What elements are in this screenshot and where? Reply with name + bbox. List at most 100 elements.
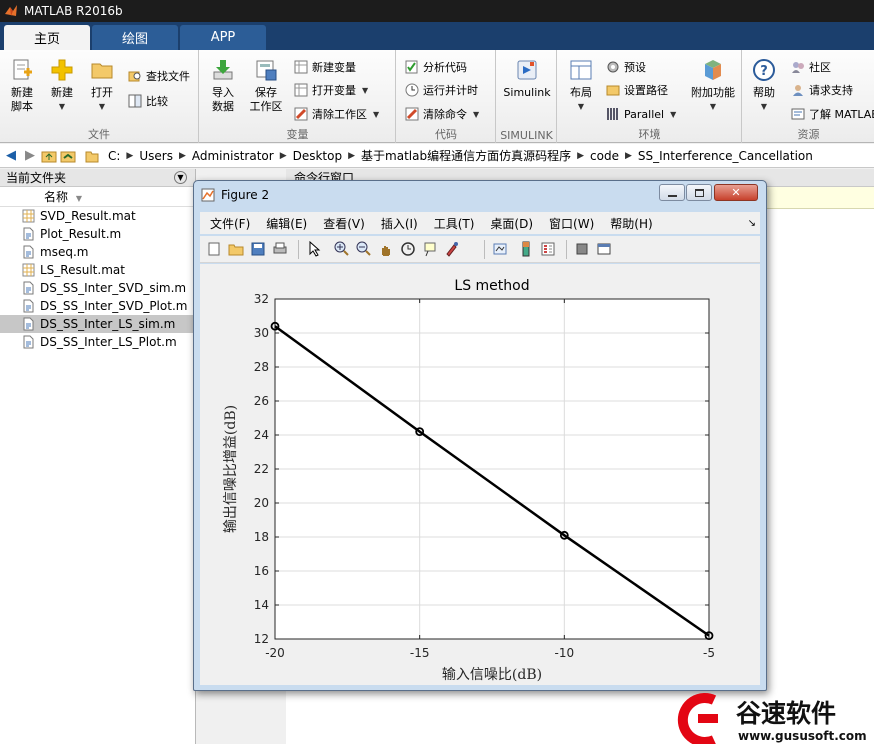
set-path-label: 设置路径 <box>624 84 668 97</box>
dock-arrow-icon[interactable]: ↘ <box>748 218 756 229</box>
figure-canvas[interactable]: -20 -15 -10 -5 12 14 16 18 20 22 24 26 28 30 32 LS meth… <box>200 264 760 685</box>
simulink-button[interactable]: Simulink <box>503 58 551 100</box>
parallel-dropdown-icon[interactable]: ▼ <box>670 110 676 119</box>
open-variable-button[interactable]: 打开变量 ▼ <box>294 81 368 99</box>
help-dropdown-icon[interactable]: ▼ <box>743 100 785 114</box>
add-ons-dropdown-icon[interactable]: ▼ <box>688 100 738 114</box>
show-tools-icon[interactable] <box>596 241 612 257</box>
request-support-button[interactable]: 请求支持 <box>791 81 853 99</box>
breadcrumb-separator-icon[interactable]: ▶ <box>280 151 287 161</box>
breadcrumb-segment[interactable]: Users <box>139 149 173 163</box>
file-list-item[interactable]: DS_SS_Inter_SVD_sim.m <box>0 279 195 297</box>
figure-menu-item[interactable]: 帮助(H) <box>610 215 652 232</box>
file-list-item[interactable]: Plot_Result.m <box>0 225 195 243</box>
zoom-out-icon[interactable] <box>356 241 372 257</box>
community-button[interactable]: 社区 <box>791 58 831 76</box>
new-figure-icon[interactable] <box>206 241 222 257</box>
compare-button[interactable]: 比较 <box>128 92 168 110</box>
clear-workspace-dropdown-icon[interactable]: ▼ <box>373 110 379 119</box>
new-dropdown-icon[interactable]: ▼ <box>41 100 83 114</box>
file-list-item[interactable]: mseq.m <box>0 243 195 261</box>
breadcrumb-separator-icon[interactable]: ▶ <box>625 151 632 161</box>
clear-commands-dropdown-icon[interactable]: ▼ <box>473 110 479 119</box>
brush-icon[interactable] <box>444 241 460 257</box>
import-data-icon <box>213 60 233 80</box>
breadcrumb-separator-icon[interactable]: ▶ <box>348 151 355 161</box>
file-list-item[interactable]: LS_Result.mat <box>0 261 195 279</box>
file-name: DS_SS_Inter_SVD_sim.m <box>40 281 187 295</box>
tab-apps[interactable]: APP <box>180 25 266 50</box>
breadcrumb-separator-icon[interactable]: ▶ <box>179 151 186 161</box>
figure-menu-item[interactable]: 查看(V) <box>323 215 365 232</box>
help-button[interactable]: ? 帮助 ▼ <box>743 58 785 114</box>
pan-icon[interactable] <box>378 241 394 257</box>
new-variable-button[interactable]: 新建变量 <box>294 58 356 76</box>
hide-tools-icon[interactable] <box>574 241 590 257</box>
tab-plots[interactable]: 绘图 <box>92 25 178 50</box>
open-dropdown-icon[interactable]: ▼ <box>81 100 123 114</box>
clear-commands-button[interactable]: 清除命令 ▼ <box>405 105 479 123</box>
y-tick-label: 32 <box>254 292 269 306</box>
link-plot-icon[interactable] <box>492 241 508 257</box>
up-folder-icon[interactable] <box>41 148 57 164</box>
breadcrumb-segment[interactable]: SS_Interference_Cancellation <box>638 149 813 163</box>
run-and-time-button[interactable]: 运行并计时 <box>405 81 478 99</box>
site-watermark: 谷速软件 www.gususoft.com <box>676 688 874 744</box>
breadcrumb-segment[interactable]: 基于matlab编程通信方面仿真源码程序 <box>361 147 571 164</box>
browse-folder-icon[interactable] <box>60 148 76 164</box>
figure-menu-item[interactable]: 编辑(E) <box>266 215 307 232</box>
figure-menu-item[interactable]: 插入(I) <box>381 215 418 232</box>
clear-workspace-button[interactable]: 清除工作区 ▼ <box>294 105 379 123</box>
preferences-button[interactable]: 预设 <box>606 58 646 76</box>
tab-home[interactable]: 主页 <box>4 25 90 50</box>
maximize-button[interactable] <box>686 184 712 201</box>
forward-arrow-icon[interactable]: ▶ <box>22 148 38 164</box>
pointer-icon[interactable] <box>306 241 322 257</box>
save-workspace-button[interactable]: 保存 工作区 <box>245 58 287 114</box>
find-files-button[interactable]: 查找文件 <box>128 67 190 85</box>
new-variable-label: 新建变量 <box>312 61 356 74</box>
rotate-icon[interactable] <box>400 241 416 257</box>
zoom-in-icon[interactable] <box>334 241 350 257</box>
new-button[interactable]: 新建 ▼ <box>41 58 83 114</box>
layout-button[interactable]: 布局 ▼ <box>560 58 602 114</box>
breadcrumb-segment[interactable]: Desktop <box>293 149 343 163</box>
open-variable-dropdown-icon[interactable]: ▼ <box>362 86 368 95</box>
colorbar-icon[interactable] <box>518 241 534 257</box>
minimize-button[interactable] <box>659 184 685 201</box>
parallel-button[interactable]: Parallel ▼ <box>606 105 676 123</box>
open-file-icon[interactable] <box>228 241 244 257</box>
breadcrumb-separator-icon[interactable]: ▶ <box>126 151 133 161</box>
open-button[interactable]: 打开 ▼ <box>81 58 123 114</box>
breadcrumb-segment[interactable]: Administrator <box>192 149 274 163</box>
breadcrumb-segment[interactable]: code <box>590 149 619 163</box>
import-label-2: 数据 <box>212 100 234 113</box>
panel-menu-icon[interactable]: ▼ <box>174 171 187 184</box>
breadcrumb-separator-icon[interactable]: ▶ <box>577 151 584 161</box>
figure-menu-item[interactable]: 文件(F) <box>210 215 250 232</box>
print-icon[interactable] <box>272 241 288 257</box>
figure-menu-item[interactable]: 窗口(W) <box>549 215 594 232</box>
breadcrumb-segment[interactable]: C: <box>108 149 120 163</box>
figure-menu-item[interactable]: 桌面(D) <box>490 215 533 232</box>
figure-menu-item[interactable]: 工具(T) <box>434 215 475 232</box>
figure-window[interactable]: Figure 2 ✕ 文件(F) 编辑(E) 查看(V) 插入(I) 工具(T) 桌面(D… <box>193 180 767 691</box>
learn-matlab-button[interactable]: 了解 MATLAB <box>791 105 874 123</box>
file-list-item[interactable]: DS_SS_Inter_SVD_Plot.m <box>0 297 195 315</box>
legend-icon[interactable] <box>540 241 556 257</box>
file-list-item[interactable]: DS_SS_Inter_LS_sim.m <box>0 315 195 333</box>
file-list-item[interactable]: DS_SS_Inter_LS_Plot.m <box>0 333 195 351</box>
back-arrow-icon[interactable]: ◀ <box>3 148 19 164</box>
file-list-item[interactable]: SVD_Result.mat <box>0 207 195 225</box>
data-cursor-icon[interactable] <box>422 241 438 257</box>
set-path-button[interactable]: 设置路径 <box>606 81 668 99</box>
new-script-button[interactable]: 新建 脚本 <box>1 58 43 114</box>
layout-dropdown-icon[interactable]: ▼ <box>560 100 602 114</box>
name-column-header[interactable]: 名称 ▼ <box>0 187 195 207</box>
close-button[interactable]: ✕ <box>714 184 758 201</box>
matlab-logo-icon <box>5 5 17 16</box>
save-icon[interactable] <box>250 241 266 257</box>
add-ons-button[interactable]: 附加功能 ▼ <box>688 58 738 114</box>
analyze-code-button[interactable]: 分析代码 <box>405 58 467 76</box>
import-data-button[interactable]: 导入 数据 <box>202 58 244 114</box>
